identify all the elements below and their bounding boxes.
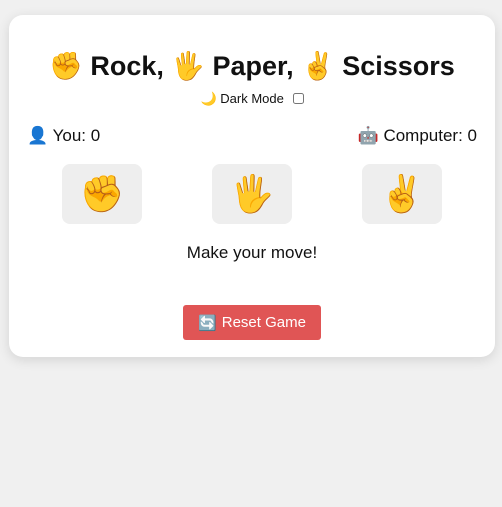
reset-game-label: Reset Game (221, 314, 306, 331)
score-you-label: You: 0 (52, 126, 101, 145)
robot-icon: 🤖 (357, 126, 379, 145)
victory-hand-icon: ✌️ (379, 173, 425, 214)
title-rock: Rock, (90, 51, 164, 81)
title-paper: Paper, (212, 51, 294, 81)
dark-mode-checkbox[interactable] (292, 93, 304, 104)
refresh-icon: 🔄 (198, 314, 217, 332)
scissors-button[interactable]: ✌️ (362, 164, 442, 224)
open-hand-icon: 🖐 (229, 173, 275, 214)
rock-emoji-icon: ✊ (49, 51, 83, 81)
fist-icon: ✊ (79, 173, 125, 214)
rock-button[interactable]: ✊ (62, 164, 142, 224)
paper-emoji-icon: 🖐 (171, 51, 205, 81)
paper-button[interactable]: 🖐 (212, 164, 292, 224)
dark-mode-label: Dark Mode (220, 91, 284, 106)
user-icon: 👤 (27, 126, 49, 145)
scissors-emoji-icon: ✌️ (301, 51, 335, 81)
score-you: 👤 You: 0 (27, 125, 100, 147)
score-computer: 🤖 Computer: 0 (358, 125, 477, 147)
score-computer-label: Computer: 0 (383, 126, 477, 145)
status-message: Make your move! (186, 243, 318, 262)
game-card: ✊ Rock, 🖐 Paper, ✌️ Scissors 🌙 Dark Mode… (9, 15, 495, 357)
dark-mode-row: 🌙 Dark Mode (9, 90, 495, 108)
reset-game-button[interactable]: 🔄 Reset Game (183, 305, 321, 340)
title-scissors: Scissors (342, 51, 455, 81)
page-title: ✊ Rock, 🖐 Paper, ✌️ Scissors (9, 49, 495, 83)
moon-icon: 🌙 (200, 91, 217, 106)
